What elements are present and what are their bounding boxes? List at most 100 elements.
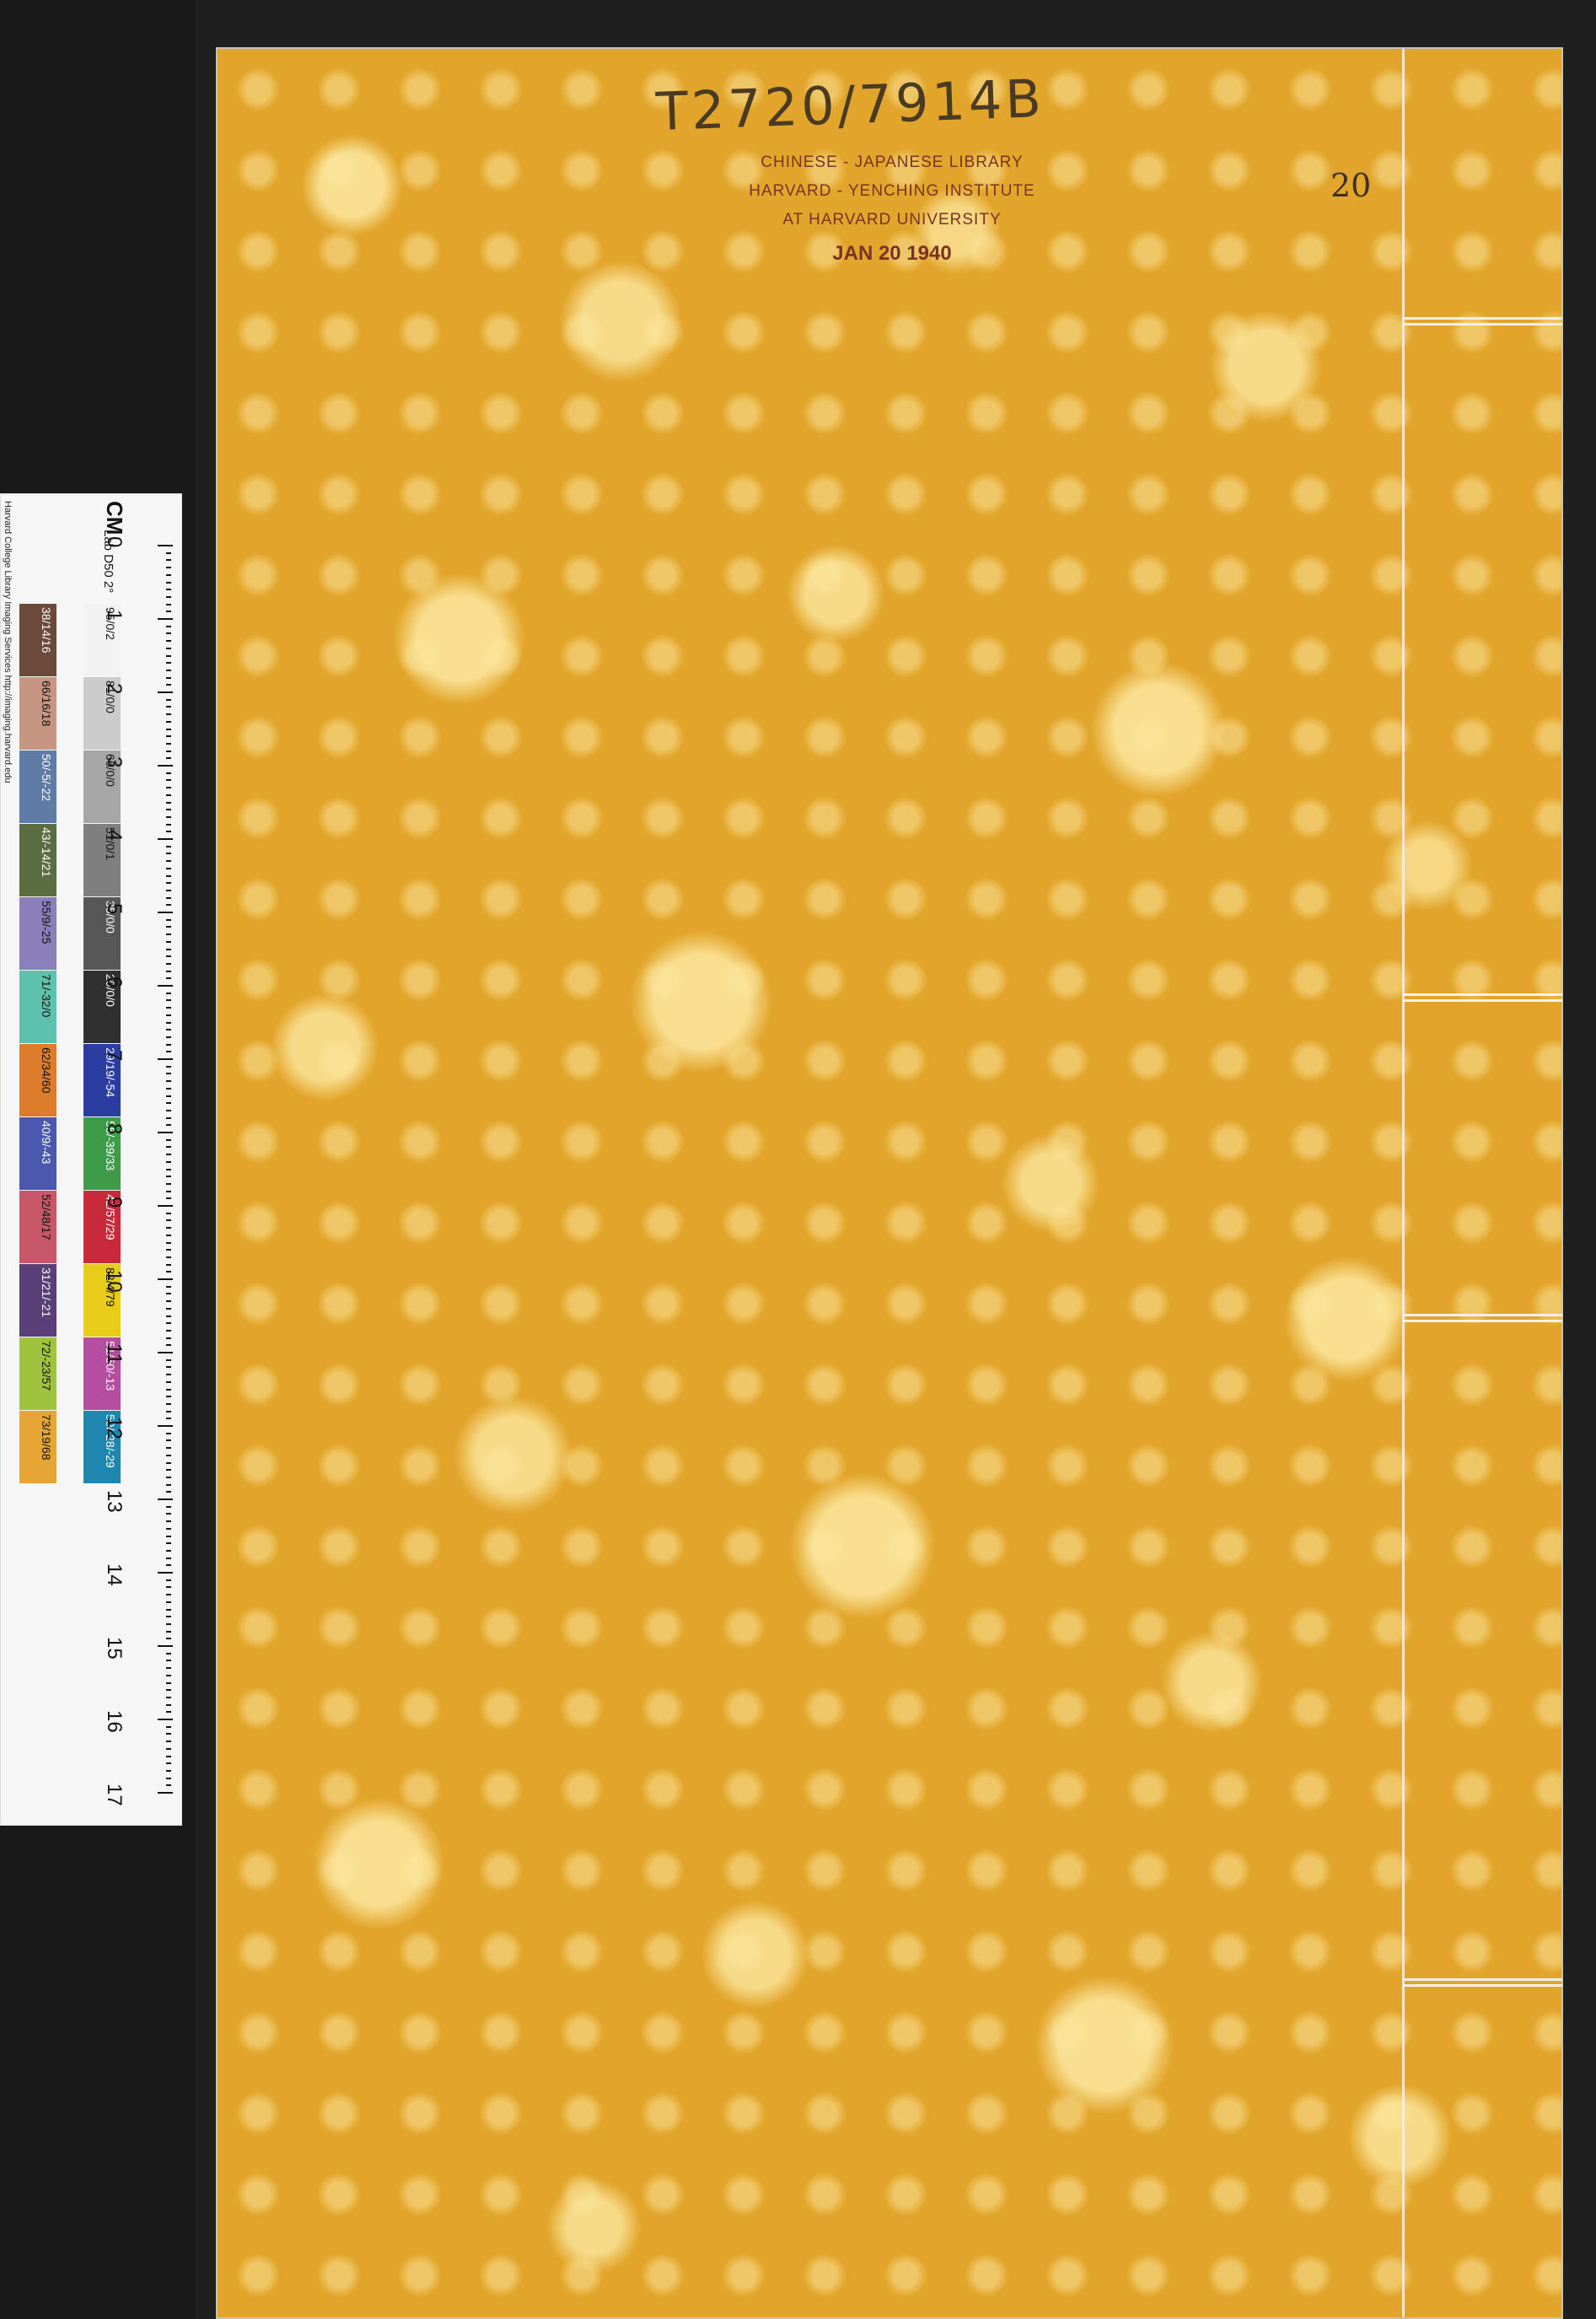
mm-tick bbox=[166, 896, 171, 899]
mm-tick bbox=[166, 801, 171, 804]
mm-tick bbox=[166, 955, 171, 958]
card-credit: Harvard College Library Imaging Services… bbox=[3, 501, 13, 783]
cm-tick bbox=[158, 1645, 173, 1647]
mm-tick bbox=[166, 1483, 171, 1486]
color-patch: 52/48/17 bbox=[19, 1191, 56, 1263]
mm-tick bbox=[166, 1102, 171, 1105]
mm-tick bbox=[166, 573, 171, 576]
mm-tick bbox=[166, 640, 171, 643]
mm-tick bbox=[166, 1784, 171, 1787]
patch-label: 66/16/18 bbox=[40, 681, 53, 727]
mm-tick bbox=[166, 1380, 171, 1383]
mm-tick bbox=[166, 1755, 171, 1757]
mm-tick bbox=[166, 1622, 171, 1625]
mm-tick bbox=[166, 1674, 171, 1676]
mm-tick bbox=[166, 1249, 171, 1251]
mm-tick bbox=[166, 713, 171, 716]
mm-tick bbox=[166, 742, 171, 745]
color-patch: 31/21/-21 bbox=[19, 1264, 56, 1337]
cm-label: 17 bbox=[103, 1784, 126, 1806]
cm-tick bbox=[158, 1352, 173, 1353]
mm-tick bbox=[166, 1505, 171, 1508]
color-patch: 40/9/-43 bbox=[19, 1117, 56, 1190]
cm-label: 3 bbox=[103, 756, 126, 768]
mm-tick bbox=[166, 1432, 171, 1434]
patch-label: 72/-23/57 bbox=[40, 1341, 53, 1391]
mm-tick bbox=[166, 1711, 171, 1714]
color-patch: 62/34/60 bbox=[19, 1044, 56, 1116]
binding-thread bbox=[1402, 1314, 1562, 1322]
mm-tick bbox=[166, 1043, 171, 1046]
cm-tick bbox=[158, 1792, 173, 1794]
patch-label: 52/48/17 bbox=[40, 1194, 53, 1240]
book-cover: T2720/7914B CHINESE - JAPANESE LIBRARY H… bbox=[218, 49, 1562, 2317]
mm-tick bbox=[166, 1769, 171, 1772]
mm-tick bbox=[166, 845, 171, 847]
mm-tick bbox=[166, 1271, 171, 1273]
mm-tick bbox=[166, 1660, 171, 1662]
mm-tick bbox=[166, 1667, 171, 1670]
cm-tick bbox=[158, 1132, 173, 1133]
mm-tick bbox=[166, 676, 171, 679]
binding-spine-line bbox=[1402, 49, 1405, 2317]
mm-tick bbox=[166, 1160, 171, 1163]
binding-thread bbox=[1402, 1978, 1562, 1987]
mm-tick bbox=[166, 867, 171, 869]
cm-label: 13 bbox=[103, 1490, 126, 1513]
mm-tick bbox=[166, 815, 171, 818]
cm-label: 15 bbox=[103, 1637, 126, 1660]
mm-tick bbox=[166, 1564, 171, 1567]
mm-tick bbox=[166, 647, 171, 649]
mm-tick bbox=[166, 1388, 171, 1391]
mm-tick bbox=[166, 831, 171, 833]
mm-tick bbox=[166, 1014, 171, 1016]
stamp-line: CHINESE - JAPANESE LIBRARY bbox=[760, 153, 1024, 171]
mm-tick bbox=[166, 1513, 171, 1515]
mm-tick bbox=[166, 1638, 171, 1640]
mm-tick bbox=[166, 1109, 171, 1111]
cm-label: 6 bbox=[103, 977, 126, 988]
mm-tick bbox=[166, 1366, 171, 1369]
mm-tick bbox=[166, 1402, 171, 1405]
mm-tick bbox=[166, 1219, 171, 1222]
mm-tick bbox=[166, 874, 171, 877]
mm-tick bbox=[166, 1021, 171, 1024]
mm-tick bbox=[166, 977, 171, 980]
color-patch: 71/-32/0 bbox=[19, 971, 56, 1043]
mm-tick bbox=[166, 1469, 171, 1472]
mm-tick bbox=[166, 772, 171, 774]
mm-tick bbox=[166, 1256, 171, 1258]
cm-tick bbox=[158, 912, 173, 913]
mm-tick bbox=[166, 567, 171, 569]
cm-label: 12 bbox=[103, 1417, 126, 1439]
mm-tick bbox=[166, 1652, 171, 1655]
mm-tick bbox=[166, 1073, 171, 1075]
cm-label: 16 bbox=[103, 1710, 126, 1733]
mm-tick bbox=[166, 1197, 171, 1200]
mm-tick bbox=[166, 1036, 171, 1038]
mm-tick bbox=[166, 1241, 171, 1244]
mm-tick bbox=[166, 992, 171, 994]
mm-tick bbox=[166, 684, 171, 686]
cm-tick bbox=[158, 1425, 173, 1427]
mm-tick bbox=[166, 1329, 171, 1332]
mm-tick bbox=[166, 1190, 171, 1192]
mm-tick bbox=[166, 823, 171, 826]
mm-tick bbox=[166, 1410, 171, 1412]
mm-tick bbox=[166, 1154, 171, 1156]
cm-tick bbox=[158, 1205, 173, 1207]
mm-tick bbox=[166, 1520, 171, 1523]
mm-tick bbox=[166, 1762, 171, 1765]
mm-tick bbox=[166, 934, 171, 936]
mm-tick bbox=[166, 1461, 171, 1464]
stamp-date: JAN 20 1940 bbox=[832, 242, 952, 265]
mm-tick bbox=[166, 750, 171, 752]
cm-label: 11 bbox=[103, 1343, 126, 1364]
mm-tick bbox=[166, 1608, 171, 1611]
mm-tick bbox=[166, 757, 171, 760]
mm-tick bbox=[166, 611, 171, 613]
mm-tick bbox=[166, 1007, 171, 1009]
stamp-line: HARVARD - YENCHING INSTITUTE bbox=[749, 182, 1035, 200]
mm-tick bbox=[166, 1439, 171, 1442]
mm-tick bbox=[166, 589, 171, 591]
